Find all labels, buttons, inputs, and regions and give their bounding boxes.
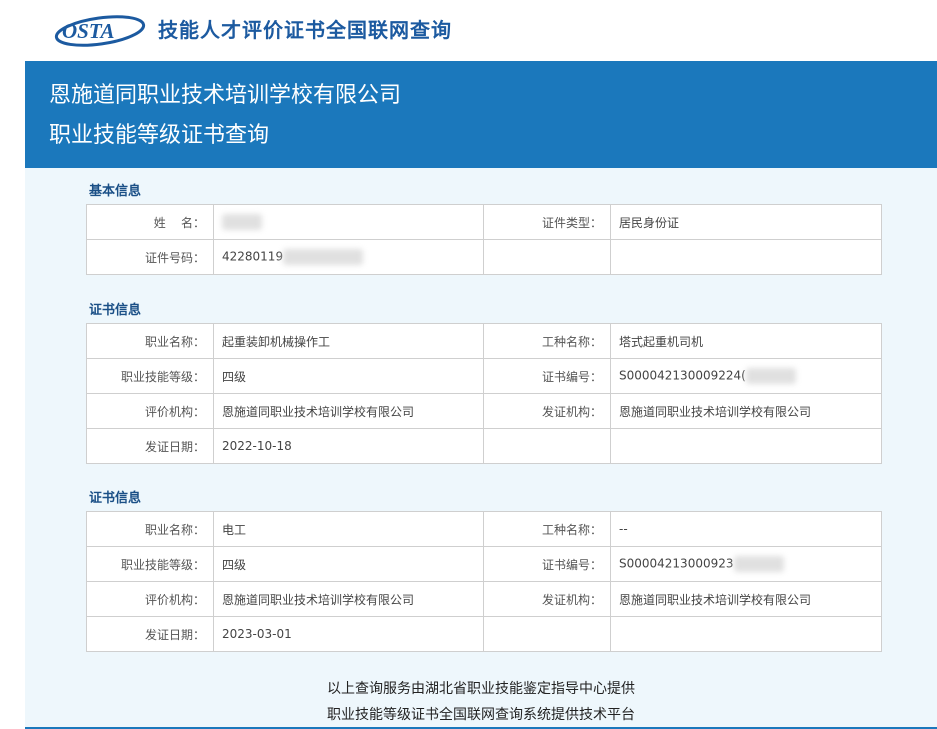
- cert-no-value: S000042130009224(: [610, 358, 882, 394]
- basic-info-table: 姓 名： 证件类型： 居民身份证 证件号码： 42280119: [86, 204, 882, 275]
- trade-label: 工种名称：: [483, 323, 611, 359]
- cert-no-value: S00004213000923: [610, 546, 882, 582]
- table-row: 姓 名： 证件类型： 居民身份证: [86, 204, 882, 240]
- table-row: 评价机构： 恩施道同职业技术培训学校有限公司 发证机构： 恩施道同职业技术培训学…: [86, 581, 882, 617]
- level-label: 职业技能等级：: [86, 546, 214, 582]
- date-value: 2023-03-01: [213, 616, 484, 652]
- site-title: 技能人才评价证书全国联网查询: [158, 18, 452, 42]
- redacted-cert-no: [733, 556, 784, 572]
- occupation-value: 电工: [213, 511, 484, 547]
- id-number-value: 42280119: [213, 239, 484, 275]
- cert-info-table-1: 职业名称： 起重装卸机械操作工 工种名称： 塔式起重机司机 职业技能等级： 四级…: [86, 323, 882, 464]
- section-title-cert-2: 证书信息: [89, 491, 142, 506]
- table-row: 职业技能等级： 四级 证书编号： S00004213000923: [86, 546, 882, 582]
- issuer-label: 发证机构：: [483, 581, 611, 617]
- trade-value: 塔式起重机司机: [610, 323, 882, 359]
- evaluator-label: 评价机构：: [86, 393, 214, 429]
- redacted-id: [283, 249, 364, 265]
- date-label: 发证日期：: [86, 428, 214, 464]
- table-row: 发证日期： 2023-03-01: [86, 616, 882, 652]
- empty-cell: [483, 616, 611, 652]
- empty-cell: [610, 239, 882, 275]
- cert-no-text: S00004213000923: [619, 556, 734, 571]
- redacted-name: [222, 214, 262, 230]
- date-label: 发证日期：: [86, 616, 214, 652]
- evaluator-value: 恩施道同职业技术培训学校有限公司: [213, 393, 484, 429]
- occupation-label: 职业名称：: [86, 323, 214, 359]
- level-value: 四级: [213, 546, 484, 582]
- trade-label: 工种名称：: [483, 511, 611, 547]
- name-value: [213, 204, 484, 240]
- table-row: 评价机构： 恩施道同职业技术培训学校有限公司 发证机构： 恩施道同职业技术培训学…: [86, 393, 882, 429]
- issuer-label: 发证机构：: [483, 393, 611, 429]
- trade-value: --: [610, 511, 882, 547]
- evaluator-label: 评价机构：: [86, 581, 214, 617]
- top-header: OSTA 技能人才评价证书全国联网查询: [0, 0, 937, 60]
- cert-no-label: 证书编号：: [483, 546, 611, 582]
- cert-no-label: 证书编号：: [483, 358, 611, 394]
- osta-logo: OSTA: [54, 15, 146, 47]
- name-label: 姓 名：: [86, 204, 214, 240]
- occupation-label: 职业名称：: [86, 511, 214, 547]
- level-value: 四级: [213, 358, 484, 394]
- issuer-value: 恩施道同职业技术培训学校有限公司: [610, 393, 882, 429]
- id-number-text: 42280119: [222, 249, 284, 264]
- main-panel: 基本信息 姓 名： 证件类型： 居民身份证 证件号码： 42280119 证书信…: [25, 168, 937, 729]
- empty-cell: [610, 616, 882, 652]
- footer-line-1: 以上查询服务由湖北省职业技能鉴定指导中心提供: [327, 681, 635, 697]
- empty-cell: [610, 428, 882, 464]
- cert-no-text: S000042130009224(: [619, 368, 746, 383]
- page-title: 职业技能等级证书查询: [49, 123, 270, 148]
- redacted-cert-no: [745, 368, 796, 384]
- id-number-label: 证件号码：: [86, 239, 214, 275]
- issuer-value: 恩施道同职业技术培训学校有限公司: [610, 581, 882, 617]
- logo-text: OSTA: [62, 19, 115, 43]
- cert-info-table-2: 职业名称： 电工 工种名称： -- 职业技能等级： 四级 证书编号： S0000…: [86, 511, 882, 652]
- id-type-label: 证件类型：: [483, 204, 611, 240]
- footer-line-2: 职业技能等级证书全国联网查询系统提供技术平台: [327, 707, 635, 723]
- table-row: 发证日期： 2022-10-18: [86, 428, 882, 464]
- empty-cell: [483, 428, 611, 464]
- table-row: 证件号码： 42280119: [86, 239, 882, 275]
- empty-cell: [483, 239, 611, 275]
- evaluator-value: 恩施道同职业技术培训学校有限公司: [213, 581, 484, 617]
- date-value: 2022-10-18: [213, 428, 484, 464]
- banner: 恩施道同职业技术培训学校有限公司 职业技能等级证书查询: [25, 61, 937, 168]
- table-row: 职业名称： 电工 工种名称： --: [86, 511, 882, 547]
- occupation-value: 起重装卸机械操作工: [213, 323, 484, 359]
- section-title-basic: 基本信息: [89, 184, 142, 199]
- level-label: 职业技能等级：: [86, 358, 214, 394]
- id-type-value: 居民身份证: [610, 204, 882, 240]
- company-name: 恩施道同职业技术培训学校有限公司: [49, 83, 402, 108]
- table-row: 职业名称： 起重装卸机械操作工 工种名称： 塔式起重机司机: [86, 323, 882, 359]
- table-row: 职业技能等级： 四级 证书编号： S000042130009224(: [86, 358, 882, 394]
- section-title-cert-1: 证书信息: [89, 303, 142, 318]
